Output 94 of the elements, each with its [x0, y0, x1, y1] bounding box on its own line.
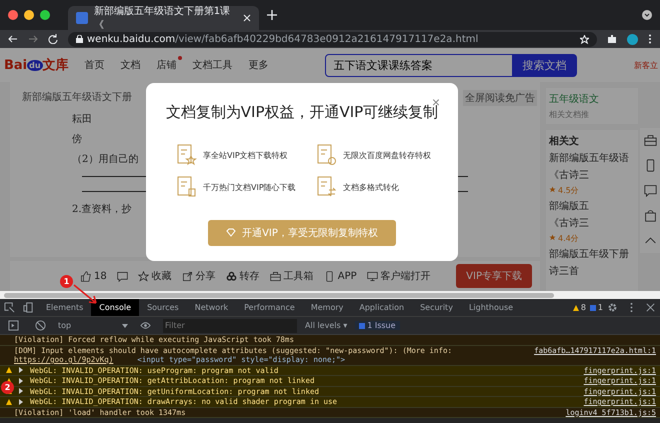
benefit-text: 无限次百度网盘转存特权 — [343, 150, 431, 160]
bag-icon[interactable] — [644, 209, 656, 222]
nav-link[interactable]: 首页 — [84, 58, 105, 72]
lock-icon — [76, 35, 83, 43]
context-selector[interactable]: top — [58, 321, 128, 330]
profile-avatar-icon[interactable] — [627, 34, 638, 44]
warning-count[interactable]: 8 — [572, 303, 586, 312]
document-text: 傍 — [71, 132, 82, 146]
warning-icon — [6, 398, 12, 405]
reload-icon[interactable] — [48, 34, 58, 44]
document-text: （2）用自己的 — [71, 153, 138, 166]
toolbar-action[interactable]: 工具箱 — [270, 269, 314, 283]
thumbs-up-icon — [80, 270, 91, 282]
info-count[interactable]: 1 — [590, 303, 603, 312]
related-document-subtitle[interactable]: 诗三首 — [549, 264, 635, 278]
promo-subtitle: 相关文档推 — [549, 109, 590, 120]
bookmark-star-icon[interactable] — [580, 34, 589, 44]
tab-menu-icon[interactable] — [642, 10, 652, 20]
document-icon — [177, 176, 197, 198]
forward-icon[interactable] — [28, 34, 38, 44]
minimize-window-button[interactable] — [24, 10, 34, 20]
device-toolbar-icon[interactable] — [23, 302, 34, 313]
devtools-tab[interactable]: Performance — [236, 299, 303, 316]
sidebar-toggle-icon[interactable] — [8, 320, 19, 331]
document-text: 耘田 — [71, 113, 92, 126]
scrollbar-thumb[interactable] — [4, 292, 554, 298]
inspect-icon[interactable] — [4, 302, 15, 313]
toolbox-icon — [270, 270, 281, 282]
new-user-label[interactable]: 新客立 — [634, 60, 658, 70]
nav-link[interactable]: 更多 — [248, 58, 269, 72]
like-button[interactable]: 18 — [80, 270, 107, 282]
settings-icon[interactable] — [607, 302, 618, 313]
benefit-text: 享全站VIP文档下载特权 — [203, 150, 288, 160]
star-icon — [138, 270, 149, 282]
related-document-title[interactable]: 部编版五 — [549, 199, 635, 213]
nav-link[interactable]: 店铺 — [156, 58, 177, 72]
issues-button[interactable]: 1 Issue — [355, 321, 400, 330]
related-document-title[interactable]: 部编版五年级下册 — [549, 247, 635, 261]
share-icon — [182, 270, 193, 282]
devtools-tab[interactable]: Security — [412, 299, 461, 316]
close-window-button[interactable] — [8, 10, 18, 20]
document-title: 新部编版五年级语文下册 — [22, 90, 132, 105]
desktop-icon — [366, 270, 378, 282]
save-icon — [226, 270, 237, 282]
devtools-tab[interactable]: Application — [351, 299, 412, 316]
nav-link[interactable]: 文档 — [120, 58, 141, 72]
toolbar-action[interactable]: 转存 — [226, 269, 260, 283]
devtools-tab[interactable]: Sources — [139, 299, 187, 316]
address-bar[interactable]: wenku.baidu.com/view/fab6afb40229bd64783e0912a216147917117e2a.html — [68, 32, 597, 46]
app-icon — [324, 270, 335, 282]
document-icon — [177, 144, 197, 166]
benefit-text: 千万热门文档VIP随心下载 — [203, 182, 296, 192]
devtools-tab[interactable]: Memory — [302, 299, 352, 316]
rating-text: 4.4分 — [558, 234, 579, 243]
star-icon — [549, 186, 556, 193]
back-icon[interactable] — [8, 34, 18, 44]
related-heading: 相关文 — [549, 134, 580, 148]
diamond-icon — [226, 228, 236, 238]
devtools-tab[interactable]: Network — [186, 299, 236, 316]
chat-icon[interactable] — [644, 184, 656, 197]
search-button[interactable]: 搜索文档 — [512, 54, 577, 76]
devtools-tab[interactable]: Elements — [38, 299, 92, 316]
ad-free-tag[interactable]: 全屏阅读免广告 — [463, 90, 537, 106]
toolbar-action[interactable]: APP — [324, 270, 357, 282]
vip-download-button[interactable]: VIP专享下载 — [456, 264, 532, 288]
document-text: 2.查资料，抄 — [71, 202, 132, 216]
filter-field[interactable]: Filter — [163, 318, 297, 332]
benefit-text: 文档多格式转化 — [343, 182, 399, 192]
nav-link[interactable]: 文档工具 — [192, 58, 233, 72]
toolbar-action[interactable]: 客户端打开 — [366, 269, 431, 283]
menu-icon[interactable] — [648, 34, 652, 44]
zoom-window-button[interactable] — [40, 10, 50, 20]
document-icon — [317, 176, 337, 198]
star-icon — [549, 234, 556, 241]
promo-title[interactable]: 五年级语文 — [549, 92, 635, 106]
briefcase-icon[interactable] — [644, 134, 656, 147]
eye-icon[interactable] — [140, 320, 151, 331]
search-field[interactable]: 五下语文课课练答案 — [324, 54, 513, 76]
comment-icon[interactable] — [116, 270, 128, 282]
document-icon — [317, 144, 337, 166]
log-levels-dropdown[interactable]: All levels ▾ — [305, 321, 348, 330]
favicon-icon — [76, 12, 88, 24]
caret-icon — [122, 324, 128, 328]
devtools-tab[interactable]: Lighthouse — [460, 299, 522, 316]
devtools-tab[interactable]: Console — [91, 299, 140, 316]
toolbar-action[interactable]: 收藏 — [138, 269, 172, 283]
new-tab-icon[interactable] — [267, 10, 277, 20]
clear-console-icon[interactable] — [35, 320, 46, 331]
toolbar-action[interactable]: 分享 — [182, 269, 216, 283]
related-document-subtitle[interactable]: 《古诗三 — [549, 216, 635, 230]
rating-text: 4.5分 — [558, 186, 579, 195]
related-document-title[interactable]: 新部编版五年级语 — [549, 151, 635, 165]
related-document-subtitle[interactable]: 《古诗三 — [549, 168, 635, 182]
close-icon[interactable] — [645, 302, 656, 313]
